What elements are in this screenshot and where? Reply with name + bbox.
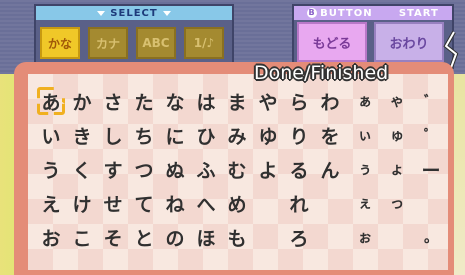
kana-key[interactable]: は	[193, 88, 219, 114]
kana-key[interactable]: ぁ	[352, 88, 378, 114]
kana-key[interactable]: さ	[100, 88, 126, 114]
select-label: SELECT	[110, 7, 158, 19]
kana-key[interactable]: め	[224, 190, 250, 216]
kana-key[interactable]: ち	[131, 122, 157, 148]
select-header: SELECT	[36, 6, 232, 20]
done-button[interactable]: おわり	[374, 22, 444, 62]
kana-key[interactable]: ふ	[193, 156, 219, 182]
kana-key[interactable]: ょ	[384, 156, 410, 182]
kana-key[interactable]: ぉ	[352, 224, 378, 250]
kana-key[interactable]: ら	[286, 88, 312, 114]
kana-key[interactable]: り	[286, 122, 312, 148]
kana-key[interactable]: よ	[255, 156, 281, 182]
kana-key[interactable]: う	[38, 156, 64, 182]
kana-key[interactable]: ゜	[418, 122, 444, 148]
kana-key[interactable]: も	[224, 224, 250, 250]
kana-key[interactable]: き	[69, 122, 95, 148]
kana-key[interactable]: こ	[69, 224, 95, 250]
kana-key[interactable]: つ	[131, 156, 157, 182]
button-label: BUTTON	[320, 7, 373, 19]
kana-key[interactable]: や	[255, 88, 281, 114]
mode-button-abc[interactable]: ABC	[136, 27, 176, 59]
kana-key[interactable]: ぅ	[352, 156, 378, 182]
kana-key[interactable]: し	[100, 122, 126, 148]
kana-key[interactable]: そ	[100, 224, 126, 250]
mode-button-hiragana[interactable]: かな	[40, 27, 80, 59]
kana-key[interactable]: ゃ	[384, 88, 410, 114]
kana-grid: あかさたなはまやらわぁゃ゛いきしちにひみゆりをぃゅ゜うくすつぬふむよるんぅょーえ…	[37, 82, 444, 262]
back-button[interactable]: もどる	[297, 22, 367, 62]
kana-key[interactable]: み	[224, 122, 250, 148]
kana-key[interactable]: ぇ	[352, 190, 378, 216]
kana-key[interactable]: た	[131, 88, 157, 114]
kana-key[interactable]: て	[131, 190, 157, 216]
kana-key[interactable]: る	[286, 156, 312, 182]
kana-key[interactable]: ん	[317, 156, 343, 182]
kana-key[interactable]: せ	[100, 190, 126, 216]
kana-key[interactable]: へ	[193, 190, 219, 216]
kana-key[interactable]: え	[38, 190, 64, 216]
kana-key[interactable]: ゆ	[255, 122, 281, 148]
mode-button-symbols[interactable]: 1/♪	[184, 27, 224, 59]
kana-key[interactable]: ゅ	[384, 122, 410, 148]
kana-key[interactable]: け	[69, 190, 95, 216]
kana-key[interactable]: わ	[317, 88, 343, 114]
kana-key[interactable]: い	[38, 122, 64, 148]
kana-key[interactable]: ぬ	[162, 156, 188, 182]
kana-key[interactable]: に	[162, 122, 188, 148]
kana-key[interactable]: ゛	[418, 88, 444, 114]
start-label: START	[398, 7, 439, 19]
kana-key[interactable]: く	[69, 156, 95, 182]
kana-key[interactable]: す	[100, 156, 126, 182]
kana-key[interactable]: か	[69, 88, 95, 114]
b-button-header: B BUTTON	[307, 8, 372, 19]
kana-key[interactable]: の	[162, 224, 188, 250]
kana-key[interactable]: 。	[418, 224, 444, 250]
triangle-down-icon	[162, 10, 171, 16]
kana-key[interactable]: ー	[418, 156, 444, 182]
kana-key[interactable]: っ	[384, 190, 410, 216]
button-header: B BUTTON START	[294, 6, 452, 20]
mode-button-katakana[interactable]: カナ	[88, 27, 128, 59]
kana-key[interactable]: ひ	[193, 122, 219, 148]
kana-key[interactable]: と	[131, 224, 157, 250]
kana-key[interactable]: ね	[162, 190, 188, 216]
kana-key[interactable]: ろ	[286, 224, 312, 250]
kana-key[interactable]: ほ	[193, 224, 219, 250]
caption-text: Done/Finished	[254, 62, 389, 84]
kana-key[interactable]: を	[317, 122, 343, 148]
kana-key[interactable]: む	[224, 156, 250, 182]
kana-key[interactable]: ぃ	[352, 122, 378, 148]
triangle-down-icon	[97, 10, 106, 16]
kana-key[interactable]: れ	[286, 190, 312, 216]
b-button-icon: B	[307, 8, 318, 18]
kana-key[interactable]: な	[162, 88, 188, 114]
kana-key[interactable]: お	[38, 224, 64, 250]
kana-key[interactable]: ま	[224, 88, 250, 114]
